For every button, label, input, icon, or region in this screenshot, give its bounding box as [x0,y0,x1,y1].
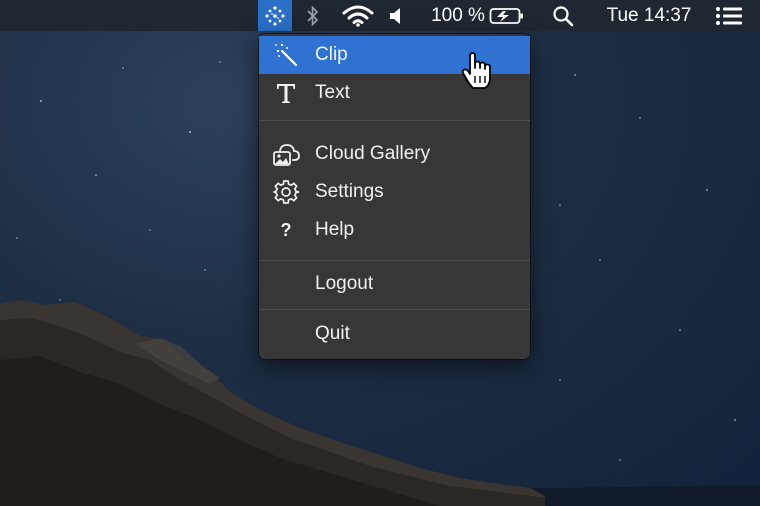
menu-item-settings[interactable]: Settings [259,173,530,211]
question-icon: ? [280,219,292,240]
battery-glyph [489,7,523,24]
menu-item-logout[interactable]: Logout [259,265,530,303]
speaker-glyph [390,7,400,24]
menu-item-help[interactable]: ? Help [259,211,530,249]
menu-item-label: Cloud Gallery [315,143,431,164]
gear-icon [271,173,301,211]
notification-list-icon[interactable] [712,0,746,31]
hand-cursor-icon [460,52,496,97]
menu-item-label: Quit [315,323,350,344]
cloud-gallery-icon [271,135,301,173]
menu-separator [259,260,530,261]
menu-item-label: Settings [315,181,384,202]
menu-item-label: Logout [315,273,374,294]
wifi-glyph [342,5,374,27]
menubar-clock[interactable]: Tue 14:37 [598,0,700,31]
text-T-icon [271,74,301,112]
wifi-icon[interactable] [340,0,376,31]
menu-item-cloud-gallery[interactable]: Cloud Gallery [259,135,530,173]
battery-percent: 100 % [430,0,486,31]
bluetooth-icon[interactable] [302,0,324,31]
bluetooth-glyph [307,5,319,26]
menu-item-quit[interactable]: Quit [259,315,530,353]
menu-item-label: Text [315,82,350,103]
list-glyph [716,6,742,25]
menu-item-label: Clip [315,44,348,65]
menu-bar: 100 % Tue 14:37 [0,0,760,31]
magic-wand-icon [271,36,301,74]
speaker-icon[interactable] [386,0,406,31]
clip-app-icon-glyph [265,5,285,26]
menu-separator [259,120,530,121]
search-glyph [553,5,574,26]
battery-percent-label: 100 % [431,4,485,26]
search-icon[interactable] [548,0,578,31]
clip-app-icon[interactable] [258,0,292,31]
menu-separator [259,309,530,310]
battery-charging-icon[interactable] [488,0,526,31]
clock-label: Tue 14:37 [606,4,692,26]
menu-item-label: Help [315,219,355,240]
